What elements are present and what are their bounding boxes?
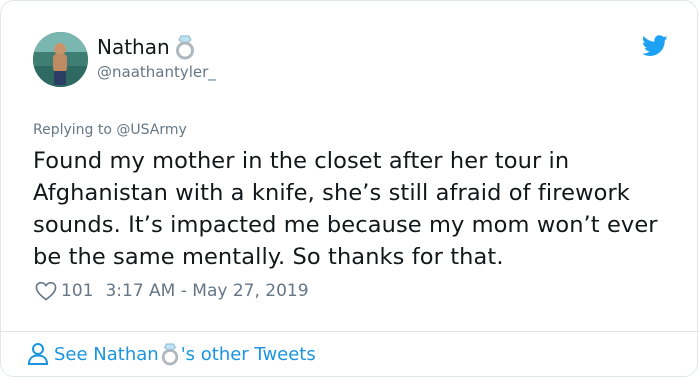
reply-to-link[interactable]: @USArmy <box>116 122 186 138</box>
ring-icon <box>174 34 196 60</box>
reply-prefix: Replying to <box>33 122 112 138</box>
reply-context: Replying to @USArmy <box>33 122 187 138</box>
ring-icon <box>160 342 180 366</box>
like-count[interactable]: 101 <box>61 281 93 301</box>
author-row: Nathan <box>97 34 196 60</box>
other-tweets-link[interactable]: See Nathan 's other Tweets <box>27 342 316 366</box>
author-handle[interactable]: @naathantyler_ <box>97 63 216 81</box>
divider <box>1 331 699 332</box>
author-name[interactable]: Nathan <box>97 35 170 59</box>
other-tweets-suffix[interactable]: 's other Tweets <box>181 344 316 365</box>
avatar[interactable] <box>33 32 88 87</box>
tweet-timestamp[interactable]: 3:17 AM - May 27, 2019 <box>105 281 308 301</box>
person-icon <box>27 342 49 366</box>
heart-icon[interactable] <box>35 281 57 301</box>
tweet-card: Nathan @naathantyler_ Replying to @USArm… <box>0 0 699 377</box>
twitter-bird-icon[interactable] <box>641 35 668 57</box>
other-tweets-prefix[interactable]: See Nathan <box>54 344 159 365</box>
tweet-text: Found my mother in the closet after her … <box>33 148 658 270</box>
tweet-meta: 101 3:17 AM - May 27, 2019 <box>35 281 309 301</box>
